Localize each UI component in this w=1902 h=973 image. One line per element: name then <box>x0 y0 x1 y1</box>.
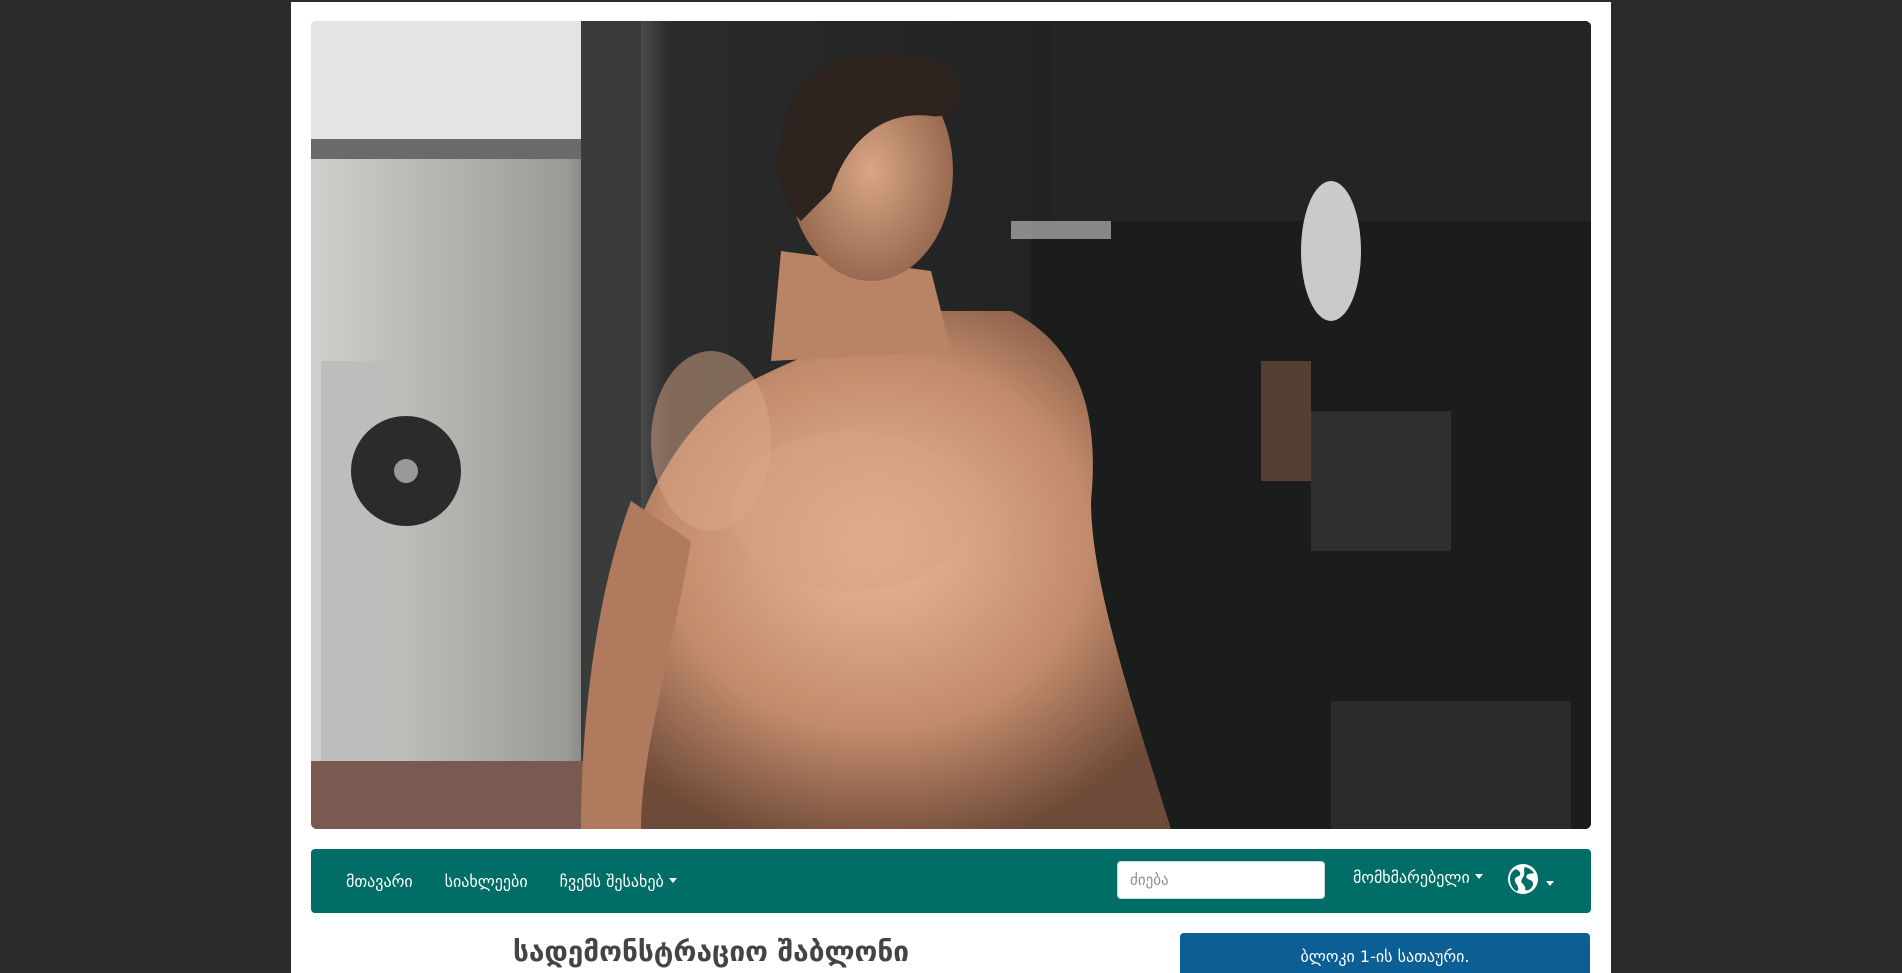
hero-photo-illustration <box>311 21 1591 829</box>
user-menu-label: მომხმარებელი <box>1353 868 1470 887</box>
page-container: მთავარი სიახლეები ჩვენს შესახებ მომხმარე… <box>291 2 1611 973</box>
caret-down-icon <box>1474 874 1483 879</box>
nav-news-link[interactable]: სიახლეები <box>429 872 544 891</box>
sidebar-block-1-header: ბლოკი 1-ის სათაური. <box>1180 933 1590 973</box>
nav-about-label: ჩვენს შესახებ <box>559 871 664 891</box>
main-navbar: მთავარი სიახლეები ჩვენს შესახებ მომხმარე… <box>311 849 1591 913</box>
caret-down-icon <box>668 877 677 883</box>
language-dropdown[interactable] <box>1507 863 1554 895</box>
nav-about-dropdown[interactable]: ჩვენს შესახებ <box>544 872 693 891</box>
nav-home-link[interactable]: მთავარი <box>330 872 429 891</box>
globe-icon <box>1508 864 1538 894</box>
search-input[interactable] <box>1117 861 1325 899</box>
page-title: სადემონსტრაციო შაბლონი <box>512 935 910 968</box>
sidebar-block-1-title: ბლოკი 1-ის სათაური. <box>1300 947 1470 966</box>
caret-down-icon <box>1546 880 1554 886</box>
user-menu-dropdown[interactable]: მომხმარებელი <box>1353 868 1483 887</box>
hero-image <box>311 21 1591 829</box>
